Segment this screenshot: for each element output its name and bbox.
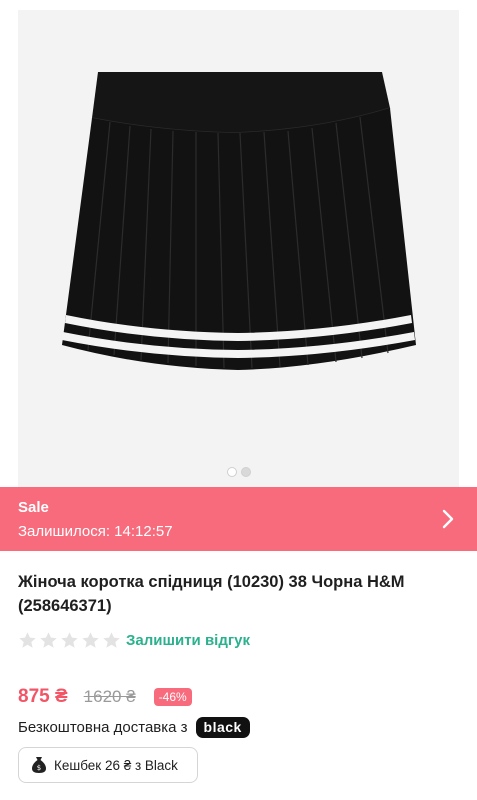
free-delivery-row: Безкоштовна доставка з black	[18, 716, 250, 738]
current-price: 875 ₴	[18, 686, 68, 707]
product-title: Жіноча коротка спідниця (10230) 38 Чорна…	[18, 573, 405, 615]
svg-text:$: $	[37, 764, 41, 772]
sale-countdown: Залишилося: 14:12:57	[18, 523, 173, 540]
black-badge[interactable]: black	[195, 716, 250, 738]
star-icon	[103, 631, 120, 648]
delivery-text: Безкоштовна доставка з	[18, 718, 188, 736]
chevron-right-icon	[442, 509, 454, 529]
discount-badge: -46%	[153, 688, 192, 706]
rating-stars[interactable]	[18, 631, 121, 650]
price-row: 875 ₴ 1620 ₴ -46%	[18, 685, 192, 709]
star-icon	[40, 631, 57, 648]
cashback-chip[interactable]: $ Кешбек 26 ₴ з Black	[18, 747, 198, 783]
product-image-gallery[interactable]	[18, 10, 459, 487]
rating-row: Залишити відгук	[18, 630, 250, 650]
sale-banner[interactable]: Sale Залишилося: 14:12:57	[0, 487, 477, 551]
star-icon	[61, 631, 78, 648]
skirt-image	[62, 72, 416, 370]
cashback-text: Кешбек 26 ₴ з Black	[54, 757, 178, 773]
gallery-dot-active[interactable]	[226, 467, 237, 477]
star-icon	[19, 631, 36, 648]
gallery-dot[interactable]	[240, 467, 251, 477]
sale-title: Sale	[18, 499, 49, 516]
star-icon	[82, 631, 99, 648]
leave-review-link[interactable]: Залишити відгук	[126, 632, 250, 649]
gallery-pagination	[18, 467, 459, 477]
old-price: 1620 ₴	[83, 687, 136, 706]
money-bag-icon: $	[32, 757, 46, 773]
